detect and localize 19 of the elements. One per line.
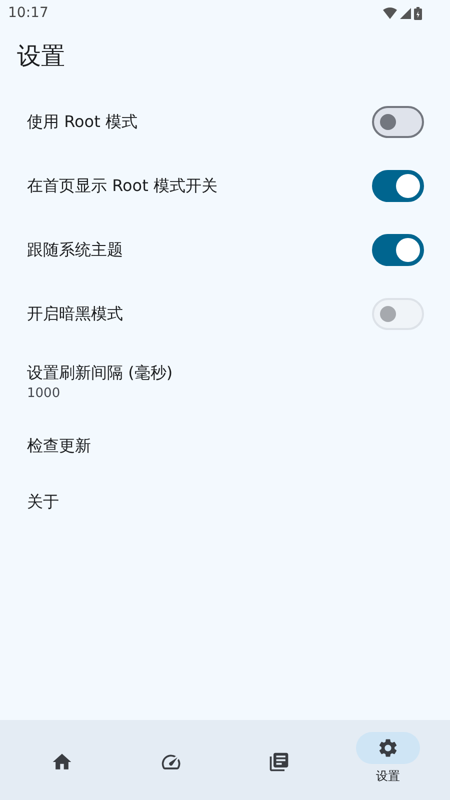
- nav-label: 设置: [376, 768, 400, 785]
- setting-label[interactable]: 关于: [27, 492, 59, 512]
- setting-label: 使用 Root 模式: [27, 112, 138, 132]
- toggle-switch[interactable]: [372, 106, 424, 138]
- status-time: 10:17: [8, 5, 48, 21]
- toggle-switch[interactable]: [372, 234, 424, 266]
- signal-icon: [400, 8, 411, 18]
- battery-icon: [414, 6, 422, 20]
- settings-icon: [376, 737, 399, 759]
- library-icon: [268, 751, 290, 773]
- setting-label: 开启暗黑模式: [27, 304, 123, 324]
- setting-label: 在首页显示 Root 模式开关: [27, 176, 218, 196]
- wifi-icon: [383, 7, 397, 19]
- toggle-switch[interactable]: [372, 170, 424, 202]
- setting-value: 1000: [27, 386, 62, 401]
- setting-label[interactable]: 检查更新: [27, 436, 91, 456]
- setting-label: 跟随系统主题: [27, 240, 123, 260]
- page-title: 设置: [17, 41, 66, 72]
- setting-label[interactable]: 设置刷新间隔 (毫秒): [27, 363, 173, 384]
